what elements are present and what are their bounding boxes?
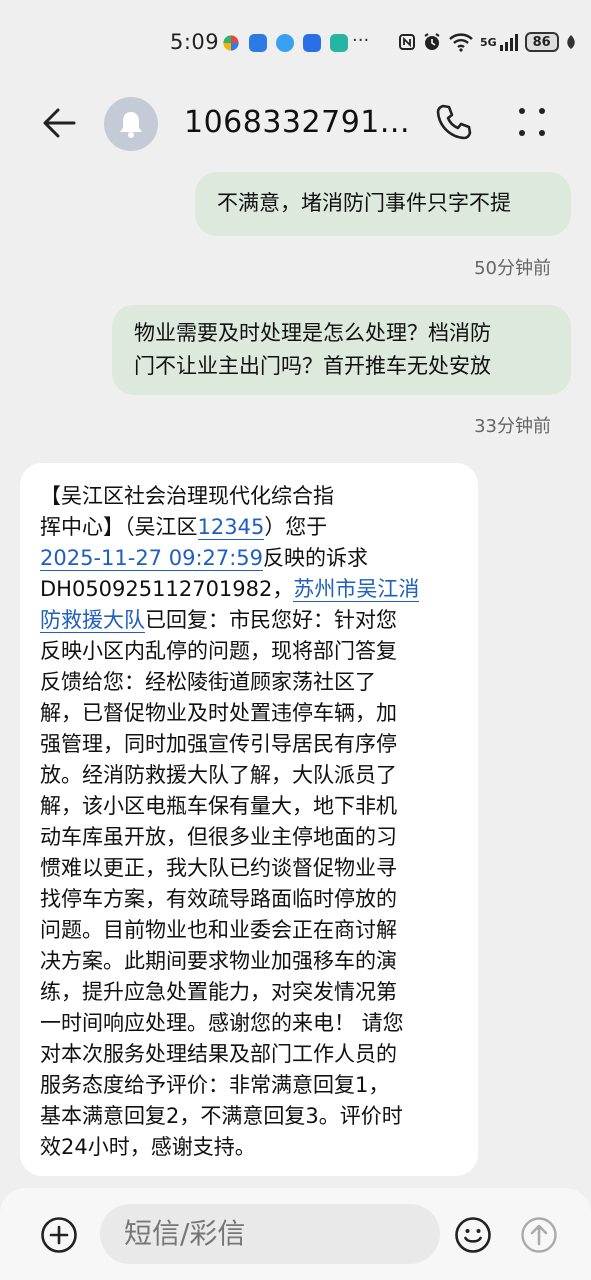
- signal-icon: [499, 34, 518, 51]
- message-line: 决方案。此期间要求物业加强移车的演: [40, 949, 397, 973]
- outgoing-message[interactable]: 不满意，堵消防门事件只字不提: [195, 172, 571, 236]
- app-notification-icon: [223, 35, 239, 51]
- message-line: 反映小区内乱停的问题，现将部门答复: [40, 639, 397, 663]
- compose-bar: 短信/彩信: [0, 1188, 591, 1280]
- battery-indicator: 86: [524, 32, 559, 52]
- phone-icon: [436, 104, 472, 140]
- app-notification-icon: [249, 34, 267, 52]
- org-link[interactable]: 防救援大队: [40, 608, 145, 633]
- app-notification-icon: [303, 34, 321, 52]
- date-link[interactable]: 2025-11-27 09:27:59: [40, 546, 264, 571]
- more-options-button[interactable]: [514, 102, 550, 142]
- emoji-button[interactable]: [454, 1216, 492, 1254]
- wifi-icon: [449, 33, 473, 52]
- message-text-line: 物业需要及时处理是怎么处理？档消防: [134, 321, 491, 345]
- message-line: 解，该小区电瓶车保有量大，地下非机: [40, 794, 397, 818]
- message-line: 练，提升应急处置能力，对突发情况第: [40, 980, 397, 1004]
- message-line: 效24小时，感谢支持。: [40, 1135, 256, 1159]
- system-indicators: 5G 86: [398, 32, 577, 52]
- outgoing-message[interactable]: 物业需要及时处理是怎么处理？档消防 门不让业主出门吗？首开推车无处安放: [112, 305, 571, 395]
- phone-link[interactable]: 12345: [197, 515, 265, 540]
- message-text: 不满意，堵消防门事件只字不提: [217, 191, 511, 215]
- message-line: 对本次服务处理结果及部门工作人员的: [40, 1042, 397, 1066]
- message-line: 找停车方案，有效疏导路面临时停放的: [40, 887, 397, 911]
- more-dots-icon: [519, 108, 545, 136]
- call-button[interactable]: [434, 102, 474, 142]
- message-input[interactable]: 短信/彩信: [100, 1204, 440, 1264]
- leaf-icon: [566, 35, 575, 49]
- add-attachment-button[interactable]: [40, 1216, 78, 1254]
- smiley-icon: [455, 1217, 491, 1253]
- message-line: 防救援大队已回复：市民您好：针对您: [40, 608, 397, 633]
- org-link[interactable]: 苏州市吴江消: [293, 577, 420, 602]
- incoming-message[interactable]: 【吴江区社会治理现代化综合指 挥中心】（吴江区12345）您于 2025-11-…: [20, 463, 478, 1176]
- message-line: 解，已督促物业及时处置违停车辆，加: [40, 701, 397, 725]
- message-line: 2025-11-27 09:27:59反映的诉求: [40, 546, 369, 571]
- notification-icons: [222, 34, 348, 52]
- message-line: 问题。目前物业也和业委会正在商讨解: [40, 918, 397, 942]
- message-line: 放。经消防救援大队了解，大队派员了: [40, 763, 397, 787]
- alarm-icon: [424, 33, 440, 50]
- message-text-line: 门不让业主出门吗？首开推车无处安放: [134, 354, 491, 378]
- conversation-header: 1068332791...: [0, 80, 591, 170]
- status-bar: 5:09 ··· 5G 86: [0, 0, 591, 80]
- message-line: 动车库虽开放，但很多业主停地面的习: [40, 825, 397, 849]
- message-timestamp: 33分钟前: [474, 416, 551, 437]
- back-button[interactable]: [38, 102, 80, 144]
- status-time: 5:09: [170, 30, 220, 54]
- message-timestamp: 50分钟前: [474, 258, 551, 279]
- network-type-label: 5G: [480, 35, 497, 49]
- app-notification-icon: [276, 34, 294, 52]
- app-notification-icon: [330, 34, 348, 52]
- back-arrow-icon: [43, 108, 76, 138]
- more-notifications-icon: ···: [352, 30, 370, 51]
- message-line: 惯难以更正，我大队已约谈督促物业寻: [40, 856, 397, 880]
- message-line: DH050925112701982，苏州市吴江消: [40, 577, 420, 602]
- message-line: 强管理，同时加强宣传引导居民有序停: [40, 732, 397, 756]
- avatar[interactable]: [104, 97, 158, 151]
- send-arrow-icon: [521, 1217, 557, 1253]
- message-line: 一时间响应处理。感谢您的来电！ 请您: [40, 1011, 404, 1035]
- send-button[interactable]: [520, 1216, 558, 1254]
- nfc-icon: [399, 34, 415, 50]
- bell-icon: [120, 112, 142, 138]
- message-line: 基本满意回复2，不满意回复3。评价时: [40, 1104, 403, 1128]
- plus-circle-icon: [41, 1217, 77, 1253]
- message-line: 挥中心】（吴江区12345）您于: [40, 515, 328, 540]
- message-line: 服务态度给予评价：非常满意回复1，: [40, 1073, 390, 1097]
- message-line: 反馈给您：经松陵街道顾家荡社区了: [40, 670, 376, 694]
- contact-number[interactable]: 1068332791...: [184, 105, 410, 140]
- message-line: 【吴江区社会治理现代化综合指: [40, 484, 334, 508]
